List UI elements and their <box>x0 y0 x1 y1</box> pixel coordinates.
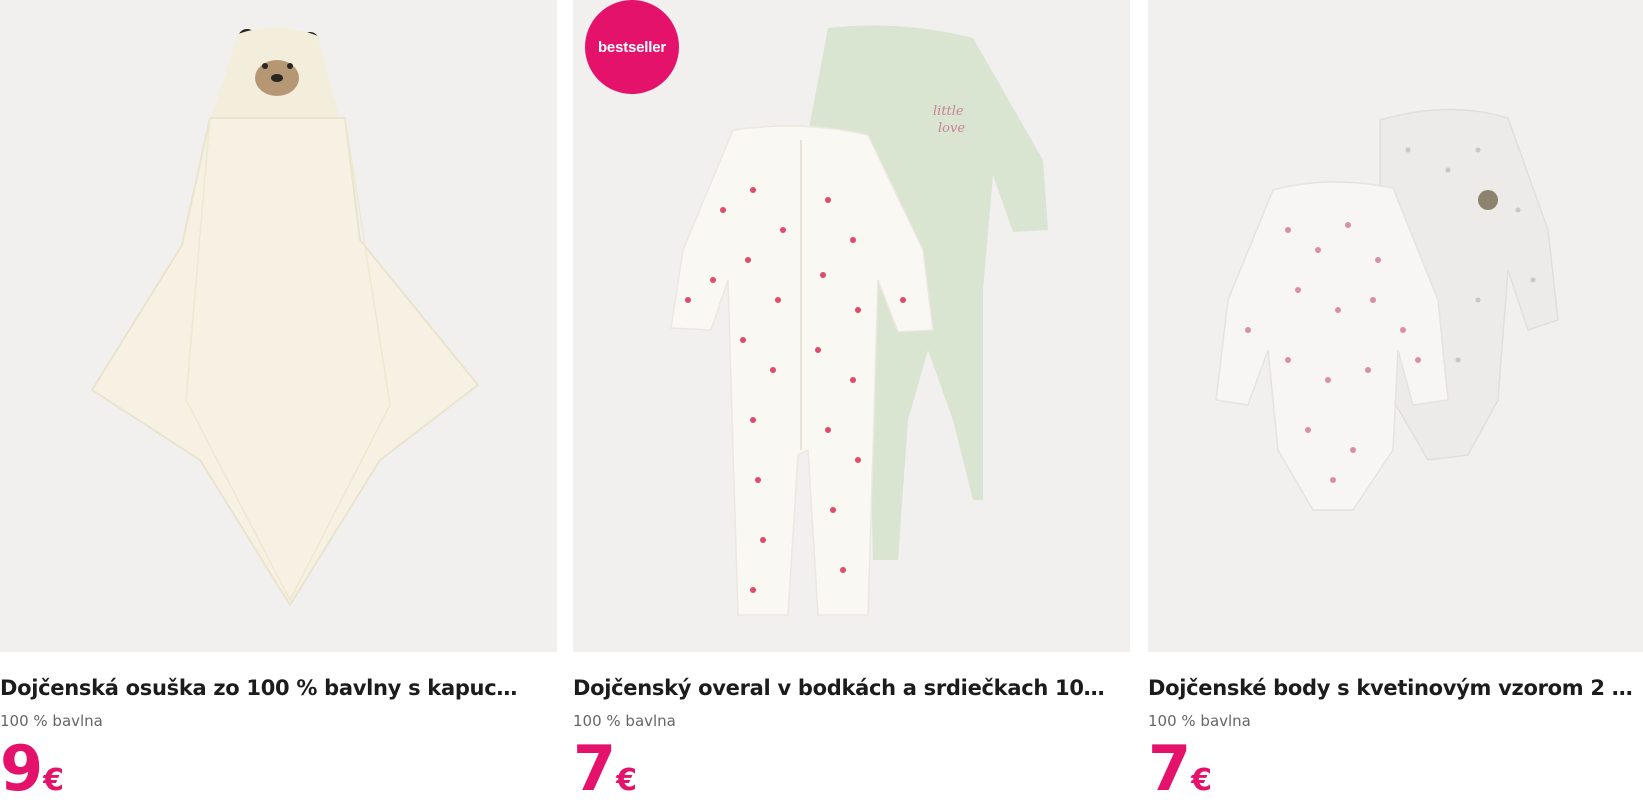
price-value: 7 <box>573 732 616 805</box>
product-image-sleepsuit[interactable]: little love bestseller <box>573 0 1130 652</box>
product-grid: Dojčenská osuška zo 100 % bavlny s kapuc… <box>0 0 1643 806</box>
product-title[interactable]: Dojčenské body s kvetinovým vzorom 2 ks,… <box>1148 676 1643 700</box>
product-price: 7 € <box>1148 738 1212 800</box>
product-card-towel[interactable]: Dojčenská osuška zo 100 % bavlny s kapuc… <box>0 0 557 806</box>
product-material: 100 % bavlna <box>1148 712 1251 730</box>
currency-euro-icon: € <box>616 763 638 798</box>
bodysuits-illustration <box>1215 108 1559 511</box>
product-image-bodysuits[interactable] <box>1148 0 1643 652</box>
product-material: 100 % bavlna <box>0 712 103 730</box>
hooded-towel-illustration <box>90 27 480 607</box>
price-value: 9 <box>0 732 43 805</box>
product-price: 9 € <box>0 738 64 800</box>
product-title[interactable]: Dojčenský overal v bodkách a srdiečkach … <box>573 676 1108 700</box>
product-card-sleepsuit[interactable]: little love bestseller Dojčenský overal … <box>573 0 1130 806</box>
product-image-towel[interactable] <box>0 0 557 652</box>
currency-euro-icon: € <box>43 763 65 798</box>
product-card-bodysuits[interactable]: Dojčenské body s kvetinovým vzorom 2 ks,… <box>1148 0 1643 806</box>
svg-text:little: little <box>933 104 964 119</box>
product-title[interactable]: Dojčenská osuška zo 100 % bavlny s kapuc… <box>0 676 525 700</box>
bestseller-badge: bestseller <box>585 0 679 94</box>
currency-euro-icon: € <box>1191 763 1213 798</box>
product-price: 7 € <box>573 738 637 800</box>
price-value: 7 <box>1148 732 1191 805</box>
sleepsuits-illustration: little love <box>670 25 1048 616</box>
svg-text:love: love <box>938 121 965 136</box>
product-material: 100 % bavlna <box>573 712 676 730</box>
